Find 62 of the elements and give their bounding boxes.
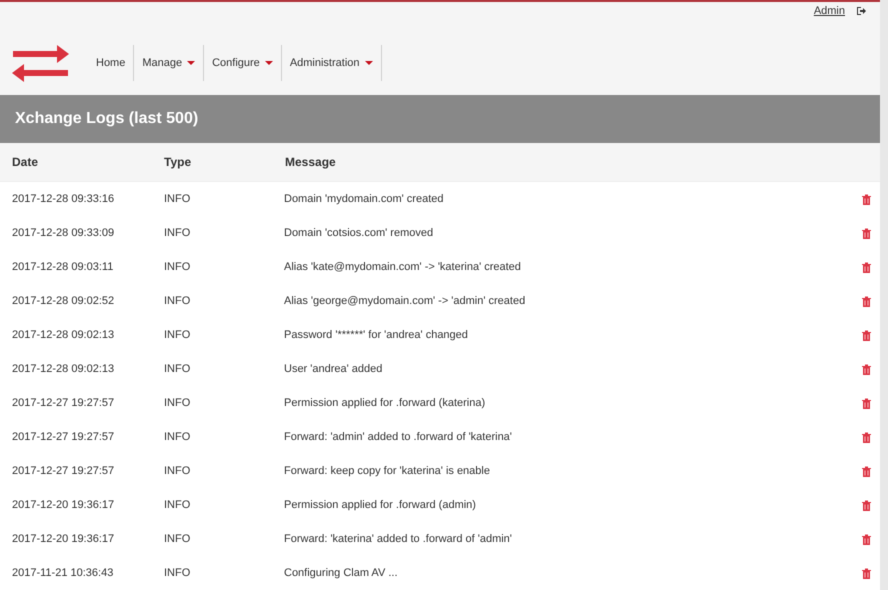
table-cell-text: INFO [163,498,192,513]
user-link[interactable]: Admin [814,2,845,20]
trash-icon[interactable] [862,466,870,476]
table-cell-text: Password '******' for 'andrea' changed [283,328,469,343]
nav-link[interactable]: Configure [204,55,281,72]
table-cell-text: Alias 'george@mydomain.com' -> 'admin' created [283,294,526,309]
table-cell-text: INFO [163,192,192,207]
table-cell-text: 2017-12-28 09:02:13 [11,362,116,377]
trash-icon[interactable] [862,228,870,238]
table-cell-text: INFO [163,328,192,343]
table-cell-text: INFO [163,226,192,241]
trash-icon[interactable] [862,500,870,510]
table-cell-text: Alias 'kate@mydomain.com' -> 'katerina' created [283,260,522,275]
nav-link[interactable]: Administration [282,55,381,72]
table-cell-text: Domain 'cotsios.com' removed [283,226,434,241]
trash-icon[interactable] [862,330,870,340]
table-cell-text: 2017-12-27 19:27:57 [11,430,116,445]
trash-icon[interactable] [862,534,870,544]
table-cell-text: INFO [163,260,192,275]
trash-icon[interactable] [862,194,870,204]
table-cell-text: INFO [163,430,192,445]
table-cell-text: Forward: keep copy for 'katerina' is enable [283,464,491,479]
table-cell-text: INFO [163,532,192,547]
table-cell-text: 2017-11-21 10:36:43 [11,566,114,581]
table-cell-text: INFO [163,464,192,479]
table-cell-text: INFO [163,362,192,377]
trash-icon[interactable] [862,432,870,442]
caret-icon [364,61,373,66]
table-cell-text: INFO [163,566,192,581]
logout-icon[interactable] [857,6,866,15]
trash-icon[interactable] [862,296,870,306]
trash-icon[interactable] [862,398,870,408]
table-cell-text: 2017-12-28 09:33:09 [11,226,116,241]
table-cell-text: 2017-12-28 09:33:16 [11,192,116,207]
trash-icon[interactable] [862,568,870,578]
table-cell-text: 2017-12-28 09:03:11 [11,260,114,275]
table-cell-text: 2017-12-27 19:27:57 [11,464,116,479]
table-cell-text: 2017-12-28 09:02:52 [11,294,116,309]
trash-icon[interactable] [862,262,870,272]
table-cell-text: 2017-12-27 19:27:57 [11,396,116,411]
table-cell-text: User 'andrea' added [283,362,384,377]
panel-title: Xchange Logs (last 500) [15,109,198,129]
logo-icon[interactable] [12,44,69,82]
caret-icon [187,61,196,66]
table-cell-text: Forward: 'katerina' added to .forward of 'admin' [283,532,513,547]
table-cell-text: INFO [163,294,192,309]
trash-icon[interactable] [862,364,870,374]
table-cell-text: 2017-12-28 09:02:13 [11,328,116,343]
table-cell-text: Configuring Clam AV ... [283,566,399,581]
table-cell-text: Domain 'mydomain.com' created [283,192,444,207]
table-cell-text: 2017-12-20 19:36:17 [11,498,116,513]
table-cell-text: Forward: 'admin' added to .forward of 'katerina' [283,430,513,445]
column-header: Message [284,154,336,171]
column-header: Type [163,154,192,171]
table-cell-text: INFO [163,396,192,411]
nav-link[interactable]: Manage [134,55,204,72]
table-cell-text: Permission applied for .forward (katerina) [283,396,486,411]
table-cell-text: Permission applied for .forward (admin) [283,498,477,513]
column-header: Date [11,154,40,171]
nav-link[interactable]: Home [88,55,134,72]
caret-icon [264,61,273,66]
table-cell-text: 2017-12-20 19:36:17 [11,532,116,547]
